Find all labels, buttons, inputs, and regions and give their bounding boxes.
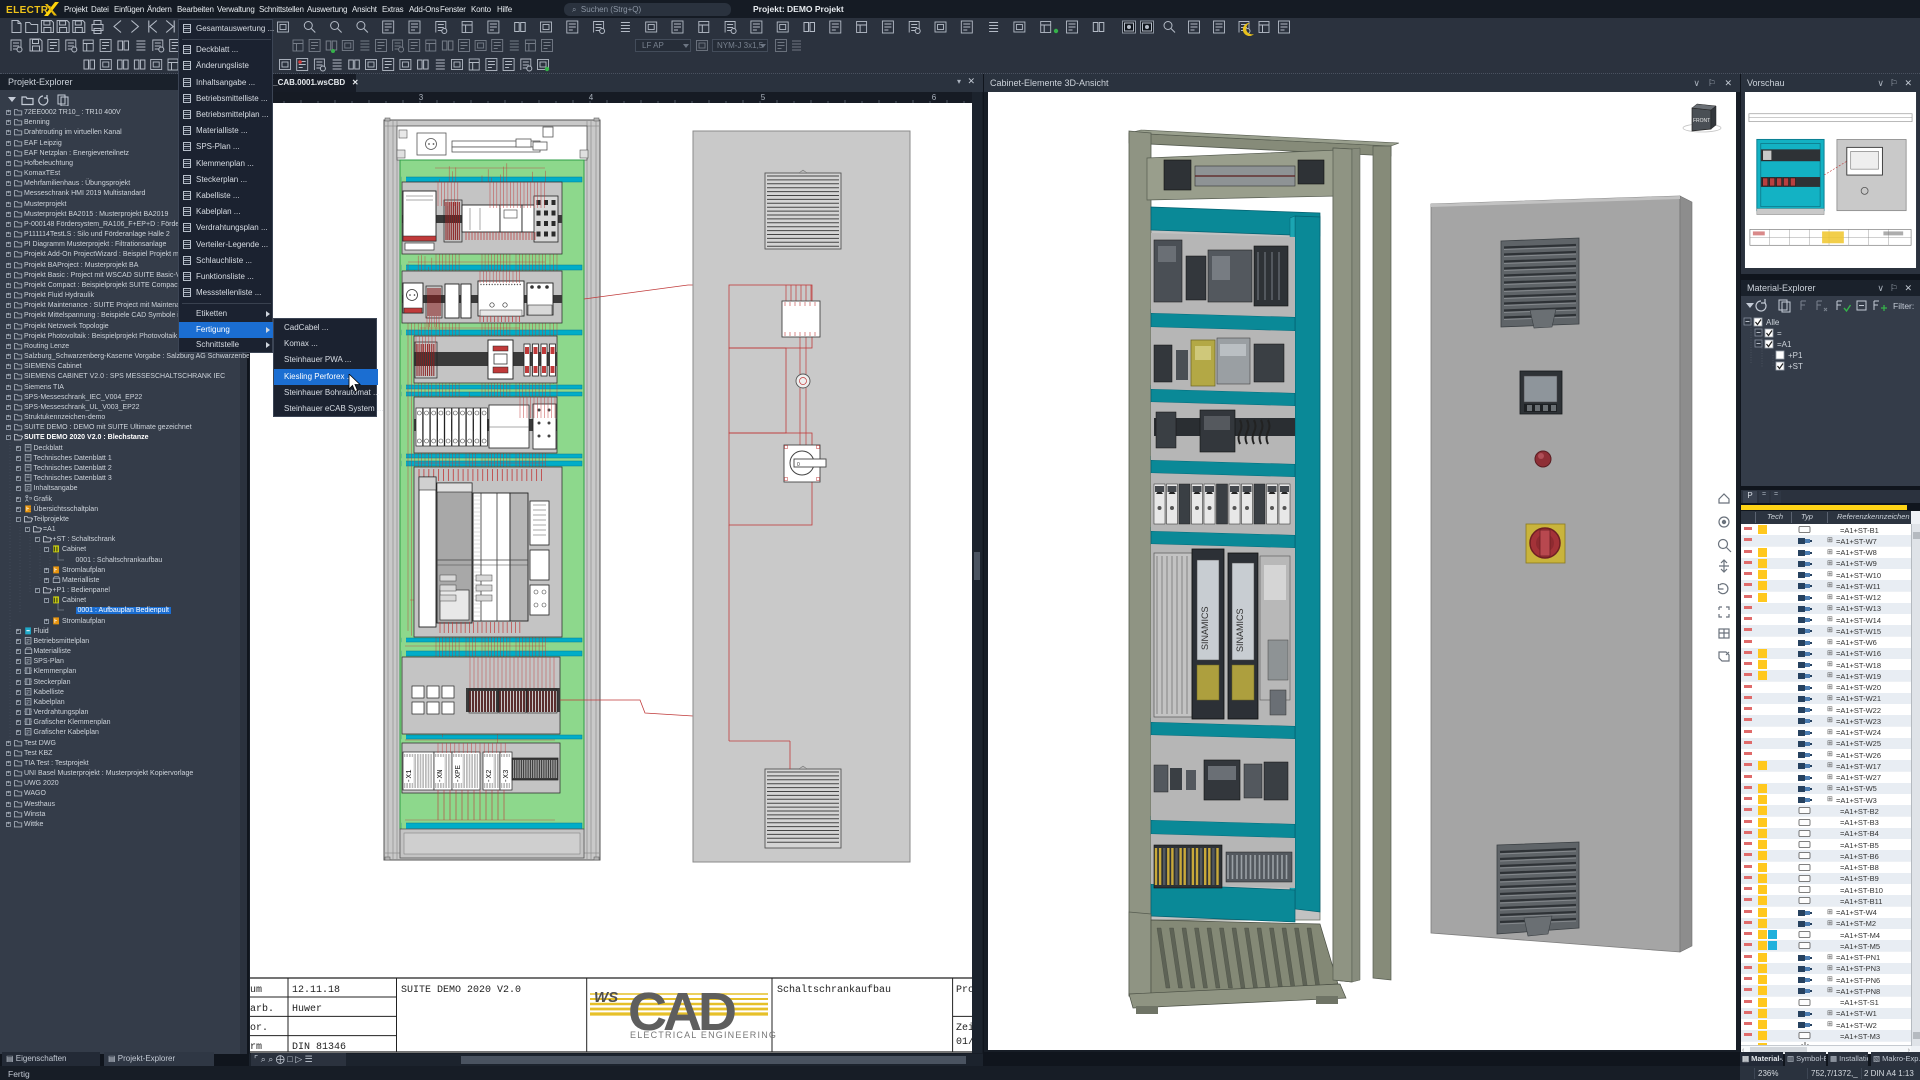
svg-text:=A1: =A1: [1777, 340, 1792, 349]
svg-text:3: 3: [419, 93, 424, 102]
svg-text:12.11.18: 12.11.18: [292, 985, 340, 996]
svg-text:-X2: -X2: [486, 769, 494, 783]
svg-text:SUITE DEMO 2020 V2.0: SUITE DEMO 2020 V2.0: [401, 985, 521, 996]
svg-text:WS: WS: [594, 989, 618, 1006]
svg-text:6: 6: [932, 93, 937, 102]
svg-text:FRONT: FRONT: [1693, 118, 1710, 124]
svg-text:-XPE: -XPE: [455, 764, 463, 783]
svg-text:5: 5: [761, 93, 766, 102]
svg-text:01/: 01/: [956, 1036, 972, 1048]
svg-text:rm: rm: [250, 1042, 262, 1053]
svg-text:-X3: -X3: [503, 769, 511, 783]
svg-text:um: um: [250, 985, 262, 996]
svg-text:=: =: [1777, 329, 1782, 338]
svg-text:4: 4: [589, 93, 594, 102]
svg-text:arb.: arb.: [250, 1003, 274, 1015]
svg-text:Filter:: Filter:: [1893, 301, 1914, 311]
svg-text:Huwer: Huwer: [292, 1004, 322, 1015]
svg-text:ELECTRICAL ENGINEERING: ELECTRICAL ENGINEERING: [630, 1030, 777, 1040]
svg-text:Schaltschrankaufbau: Schaltschrankaufbau: [777, 984, 891, 996]
svg-text:or.: or.: [250, 1023, 268, 1034]
svg-text:SINAMICS: SINAMICS: [1235, 608, 1245, 652]
svg-text:SINAMICS: SINAMICS: [1200, 606, 1210, 650]
svg-text:DIN 81346: DIN 81346: [292, 1042, 346, 1053]
svg-text:+P1: +P1: [1788, 351, 1803, 360]
svg-text:Pro: Pro: [956, 985, 972, 996]
svg-text:-X1: -X1: [406, 769, 414, 783]
svg-text:+ST: +ST: [1788, 362, 1803, 371]
svg-text:Zei: Zei: [956, 1022, 972, 1034]
svg-text:LF AP: LF AP: [642, 41, 664, 50]
svg-text:0: 0: [797, 462, 800, 468]
svg-text:ELECTRI: ELECTRI: [6, 5, 52, 16]
svg-text:-XN: -XN: [437, 769, 445, 783]
svg-text:Alle: Alle: [1766, 318, 1780, 327]
svg-text:NYM-J 3x1,5: NYM-J 3x1,5: [717, 41, 764, 50]
